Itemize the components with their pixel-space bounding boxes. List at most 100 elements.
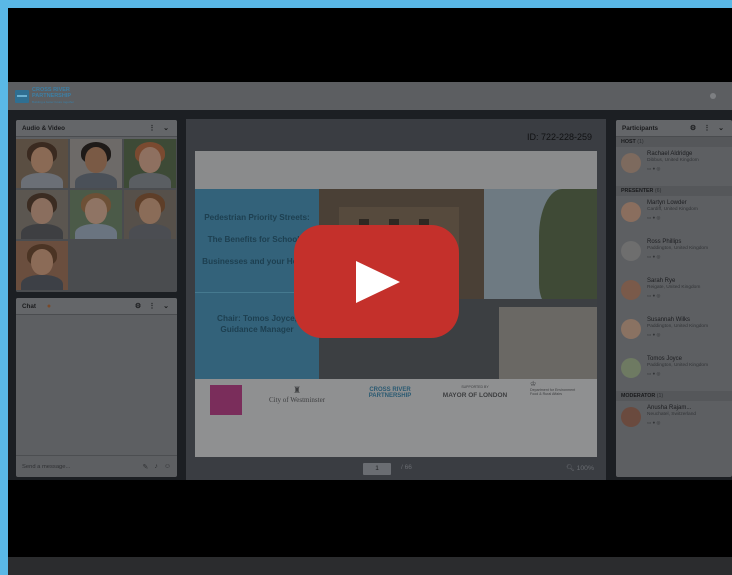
participant-name: Sarah Rye [647,278,676,284]
status-icons: ▭ ● ◎ [647,370,661,376]
chat-input-bar: Send a message... ✎ ♪ ☺ [16,455,177,477]
youtube-play-button[interactable] [294,225,459,338]
chevron-down-icon[interactable]: ⌄ [161,124,171,132]
section-label: HOST [621,139,636,145]
participant-location: Dibbus, United Kingdom [647,158,699,163]
chat-panel: Chat ● ⚙ ⋮ ⌄ Send a message... ✎ ♪ ☺ [16,298,177,477]
participant-name: Ross Phillips [647,239,682,245]
avatar [621,153,641,173]
chat-title: Chat [22,302,36,310]
participant-row[interactable]: Anusha Rajam... Neuchatel, Switzerland ▭ ●… [616,401,732,440]
participant-row[interactable]: Rachael Aldridge Dibbus, United Kingdom ▭ … [616,147,732,186]
status-icons: ▭ ● ◎ [647,253,661,259]
avatar [621,280,641,300]
app-header: CROSS RIVER PARTNERSHIP Building a bette… [8,82,732,110]
participant-name: Rachael Aldridge [647,151,693,157]
microphone-icon[interactable]: ♪ [154,463,158,470]
participant-row[interactable]: Sarah Rye Reigate, United Kingdom ▭ ● ◎ [616,274,732,313]
participants-header: Participants ⚙ ⋮ ⌄ [616,120,732,137]
more-options-icon[interactable]: ⋮ [147,124,157,132]
pink-logo [210,385,242,415]
mayor-logo: MAYOR OF LONDON [442,392,508,399]
participant-row[interactable]: Martyn Lowder Cardiff, United Kingdom ▭ ● … [616,196,732,235]
zoom-icon: 🔍︎ [566,465,575,472]
participant-row[interactable]: Ross Phillips Paddington, United Kingdom ▭… [616,235,732,274]
participant-video-tile[interactable] [16,139,68,188]
settings-gear-icon[interactable]: ⚙ [688,124,698,132]
section-count: (6) [654,188,662,194]
defra-logo: Department for Environment Food & Rural … [530,387,576,397]
video-frame[interactable]: CROSS RIVER PARTNERSHIP Building a bette… [8,8,732,575]
participant-video-tile[interactable] [124,139,176,188]
participants-panel: Participants ⚙ ⋮ ⌄ HOST (1) Rachael Aldri… [616,120,732,477]
emoji-icon[interactable]: ☺ [164,463,171,470]
attachment-icon[interactable]: ✎ [142,463,148,471]
participant-location: Paddington, United Kingdom [647,363,709,368]
avatar [621,407,641,427]
section-count: (1) [656,393,664,399]
chevron-down-icon[interactable]: ⌄ [716,124,726,132]
avatar [621,241,641,261]
user-avatar-icon: ● [46,302,52,310]
avatar [621,202,641,222]
page-total: / 66 [401,464,412,471]
slide-footer: 1 / 66 🔍︎ 100% [186,458,606,480]
participant-location: Paddington, United Kingdom [647,324,709,329]
participant-name: Susannah Wilks [647,317,691,323]
meeting-id: ID: 722-228-259 [526,132,592,142]
participant-name: Tomos Joyce [647,356,683,362]
participant-location: Neuchatel, Switzerland [647,412,697,417]
participants-title: Participants [622,124,659,132]
player-control-bar[interactable] [8,557,732,575]
audio-video-header: Audio & Video ⋮ ⌄ [16,120,177,137]
audio-video-title: Audio & Video [22,124,65,132]
settings-gear-icon[interactable]: ⚙ [133,302,143,310]
participant-video-tile[interactable] [16,241,68,290]
participant-location: Reigate, United Kingdom [647,285,701,290]
section-label: PRESENTER [621,188,654,194]
video-grid [16,139,177,292]
participant-name: Anusha Rajam... [647,405,692,411]
participant-video-tile[interactable] [124,190,176,239]
cross-river-logo: CROSS RIVER PARTNERSHIP Building a bette… [15,87,94,105]
user-menu-icon[interactable] [710,93,716,99]
participant-video-tile[interactable] [70,139,122,188]
zoom-value: 100% [576,465,594,472]
participant-section-header: MODERATOR (1) [616,391,732,401]
status-icons: ▭ ● ◎ [647,165,661,171]
more-options-icon[interactable]: ⋮ [147,302,157,310]
participant-list: HOST (1) Rachael Aldridge Dibbus, United K… [616,137,732,440]
participant-video-tile[interactable] [16,190,68,239]
status-icons: ▭ ● ◎ [647,292,661,298]
sponsor-logos: ♜ City of Westminster CROSS RIVER PARTNE… [195,379,597,457]
more-options-icon[interactable]: ⋮ [702,124,712,132]
crp-logo: CROSS RIVER PARTNERSHIP [368,387,412,399]
zoom-level[interactable]: 🔍︎ 100% [566,464,594,472]
chat-header: Chat ● ⚙ ⋮ ⌄ [16,298,177,315]
chat-input[interactable]: Send a message... [22,464,136,470]
chat-messages [16,315,177,445]
audio-video-panel: Audio & Video ⋮ ⌄ [16,120,177,292]
westminster-logo: City of Westminster [268,396,326,404]
chevron-down-icon[interactable]: ⌄ [161,302,171,310]
participant-location: Cardiff, United Kingdom [647,207,698,212]
play-icon [356,261,400,303]
participant-row[interactable]: Tomos Joyce Paddington, United Kingdom ▭ ●… [616,352,732,391]
crest-icon: ♜ [292,385,302,395]
section-count: (1) [637,139,644,145]
avatar [621,358,641,378]
participant-section-header: PRESENTER (6) [616,186,732,196]
page-number-input[interactable]: 1 [363,463,391,475]
participant-video-tile[interactable] [70,190,122,239]
status-icons: ▭ ● ◎ [647,214,661,220]
participant-section-header: HOST (1) [616,137,732,147]
logo-tagline: Building a better future together [32,100,75,104]
status-icons: ▭ ● ◎ [647,331,661,337]
logo-mark-icon [15,89,29,103]
status-icons: ▭ ● ◎ [647,419,661,425]
participant-location: Paddington, United Kingdom [647,246,709,251]
avatar [621,319,641,339]
supported-by-label: SUPPORTED BY [461,385,489,389]
section-label: MODERATOR [621,393,656,399]
participant-row[interactable]: Susannah Wilks Paddington, United Kingdom… [616,313,732,352]
